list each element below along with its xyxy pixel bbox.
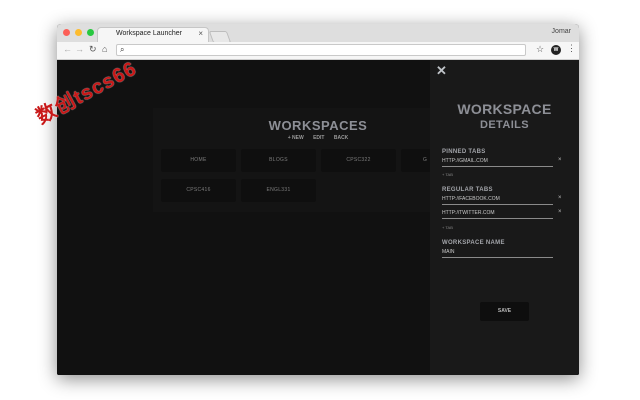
pinned-tabs-label: PINNED TABS (442, 149, 486, 155)
regular-tab-url-field-1[interactable]: HTTP://FACEBOOK.COM (442, 195, 553, 205)
tab-title: Workspace Launcher (116, 30, 183, 37)
workspace-tile-cpsc322[interactable]: CPSC322 (321, 149, 396, 172)
extension-icon[interactable]: W (551, 45, 561, 55)
details-title: WORKSPACE (457, 101, 552, 117)
window-controls (63, 29, 94, 36)
close-window-button[interactable] (63, 29, 70, 36)
workspace-name-field[interactable]: MAIN (442, 248, 553, 258)
new-workspace-button[interactable]: + NEW (288, 135, 304, 141)
maximize-window-button[interactable] (87, 29, 94, 36)
minimize-window-button[interactable] (75, 29, 82, 36)
close-tab-icon[interactable]: × (198, 29, 203, 38)
remove-pinned-tab-icon[interactable]: × (558, 157, 562, 163)
workspace-details-panel: ✕ WORKSPACE DETAILS PINNED TABS HTTP://G… (430, 60, 579, 375)
workspace-tile-cpsc416[interactable]: CPSC416 (161, 179, 236, 202)
pinned-tab-url-field[interactable]: HTTP://GMAIL.COM (442, 157, 553, 167)
close-icon[interactable]: ✕ (436, 63, 447, 79)
profile-name[interactable]: Jomar (552, 28, 571, 35)
menu-icon[interactable]: ⋮ (567, 43, 576, 54)
workspace-tile-home[interactable]: HOME (161, 149, 236, 172)
remove-regular-tab-icon[interactable]: × (558, 195, 562, 201)
workspace-tile-engl331[interactable]: ENGL331 (241, 179, 316, 202)
save-button[interactable]: SAVE (480, 302, 529, 321)
star-icon[interactable]: ☆ (536, 44, 544, 55)
workspace-tile-blogs[interactable]: BLOGS (241, 149, 316, 172)
regular-tabs-label: REGULAR TABS (442, 187, 493, 193)
tab-workspace-launcher[interactable]: Workspace Launcher × (97, 27, 209, 42)
remove-regular-tab-icon[interactable]: × (558, 209, 562, 215)
workspace-name-label: WORKSPACE NAME (442, 240, 505, 246)
add-pinned-tab-button[interactable]: + TAB (442, 172, 453, 177)
reload-icon[interactable]: ↻ (89, 44, 97, 55)
forward-icon[interactable]: → (75, 44, 84, 54)
back-button[interactable]: BACK (334, 135, 348, 141)
add-regular-tab-button[interactable]: + TAB (442, 225, 453, 230)
page-content: WORKSPACES + NEW EDIT BACK HOME BLOGS CP… (57, 60, 579, 375)
details-subtitle: DETAILS (479, 119, 530, 131)
edit-workspace-button[interactable]: EDIT (313, 135, 324, 141)
address-bar[interactable]: ⌕ (116, 44, 526, 56)
home-icon[interactable]: ⌂ (102, 44, 107, 54)
regular-tab-url-field-2[interactable]: HTTP://TWITTER.COM (442, 209, 553, 219)
back-icon[interactable]: ← (63, 44, 72, 54)
browser-toolbar: ← → ↻ ⌂ ⌕ ☆ W ⋮ (57, 42, 579, 60)
title-bar: Workspace Launcher × Jomar (57, 24, 579, 43)
